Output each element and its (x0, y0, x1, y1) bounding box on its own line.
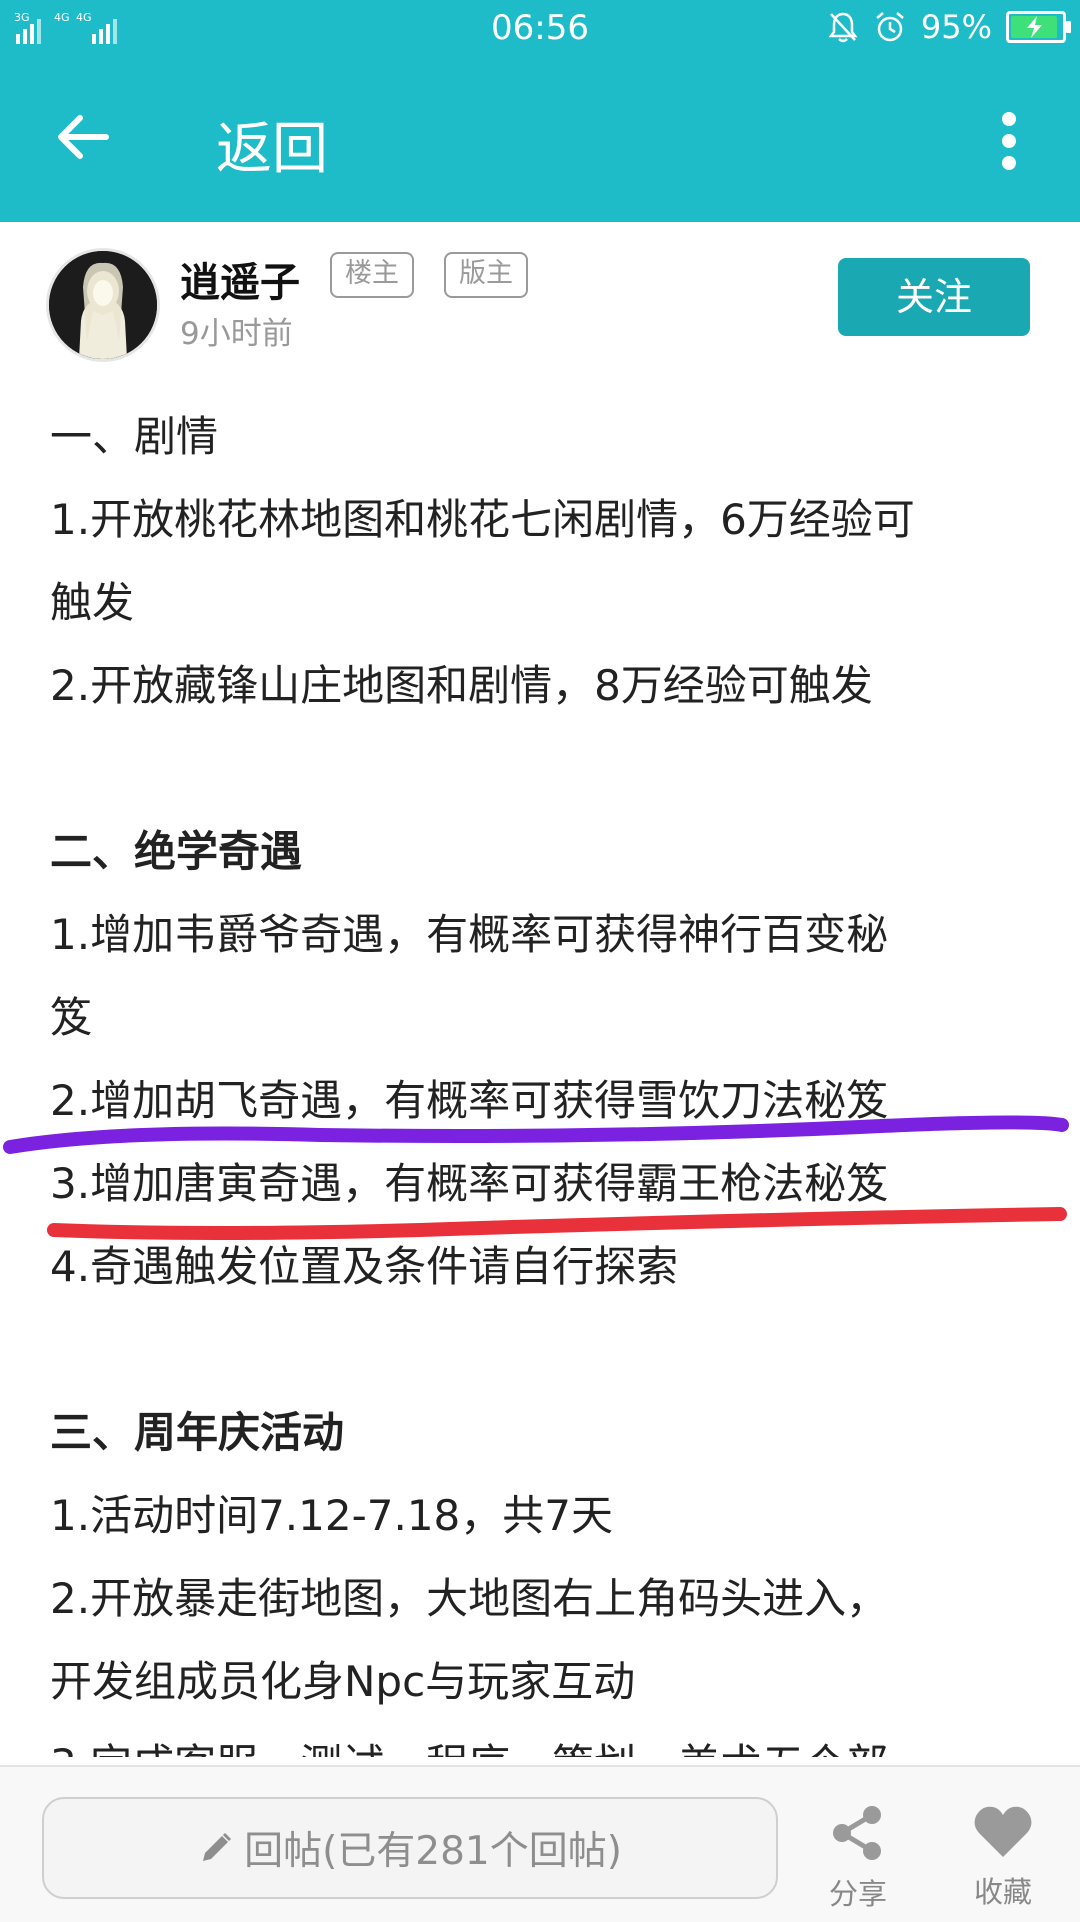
favorite-button[interactable]: 收藏 (962, 1803, 1044, 1911)
post-time: 9小时前 (180, 316, 293, 352)
badge-moderator: 版主 (444, 252, 528, 298)
post-line: 2.开放藏锋山庄地图和剧情，8万经验可触发 (50, 661, 873, 710)
share-button[interactable]: 分享 (820, 1803, 896, 1913)
status-bar: 3G 4G 4G 06:56 95% (0, 0, 1080, 56)
status-right: 95% (827, 8, 1071, 46)
alarm-icon (876, 12, 904, 42)
nav-title-back[interactable]: 返回 (216, 104, 328, 185)
battery-charging-icon (1006, 11, 1071, 43)
post-line: 开发组成员化身Npc与玩家互动 (50, 1657, 636, 1706)
section-heading: 一、剧情 (50, 412, 219, 461)
follow-button[interactable]: 关注 (838, 258, 1030, 336)
post-line-clipped: 3.完成客服、测试、程序、策划、美术五个部 (50, 1723, 1040, 1757)
post-content: 一、剧情 1.开放桃花林地图和桃花七闲剧情，6万经验可 触发 2.开放藏锋山庄地… (50, 395, 1040, 1757)
bell-off-icon (828, 12, 858, 43)
author-name[interactable]: 逍遥子 (180, 250, 300, 308)
share-icon (833, 1806, 881, 1860)
battery-percent: 95% (920, 8, 992, 46)
avatar[interactable] (46, 248, 160, 362)
post-author-header: 逍遥子 楼主 版主 9小时前 关注 (0, 222, 1080, 372)
post-line-highlighted: 3.增加唐寅奇遇，有概率可获得霸王枪法秘笈 (50, 1159, 889, 1208)
post-line: 1.增加韦爵爷奇遇，有概率可获得神行百变秘 (50, 910, 889, 959)
bottom-action-bar: 回帖(已有281个回帖) 分享 收藏 (0, 1765, 1080, 1922)
pencil-icon (203, 1832, 232, 1861)
share-label: 分享 (828, 1877, 887, 1911)
more-vertical-icon[interactable] (1002, 112, 1018, 170)
app-header: 3G 4G 4G 06:56 95% 返回 (0, 0, 1080, 222)
post-line: 笈 (50, 993, 93, 1042)
section-heading: 三、周年庆活动 (50, 1408, 345, 1457)
post-line: 触发 (50, 578, 135, 627)
section-heading: 二、绝学奇遇 (50, 827, 303, 876)
arrow-left-icon[interactable] (56, 110, 110, 164)
heart-icon (974, 1806, 1032, 1857)
favorite-label: 收藏 (973, 1875, 1032, 1909)
badge-thread-owner: 楼主 (330, 252, 414, 298)
reply-input[interactable]: 回帖(已有281个回帖) (42, 1797, 778, 1899)
post-line: 1.活动时间7.12-7.18，共7天 (50, 1491, 613, 1540)
post-line: 1.开放桃花林地图和桃花七闲剧情，6万经验可 (50, 495, 915, 544)
post-line-highlighted: 2.增加胡飞奇遇，有概率可获得雪饮刀法秘笈 (50, 1076, 889, 1125)
reply-placeholder: 回帖(已有281个回帖) (244, 1829, 622, 1874)
post-line: 4.奇遇触发位置及条件请自行探索 (50, 1242, 679, 1291)
nav-bar: 返回 (0, 86, 1080, 196)
post-line: 2.开放暴走街地图，大地图右上角码头进入， (50, 1574, 889, 1623)
